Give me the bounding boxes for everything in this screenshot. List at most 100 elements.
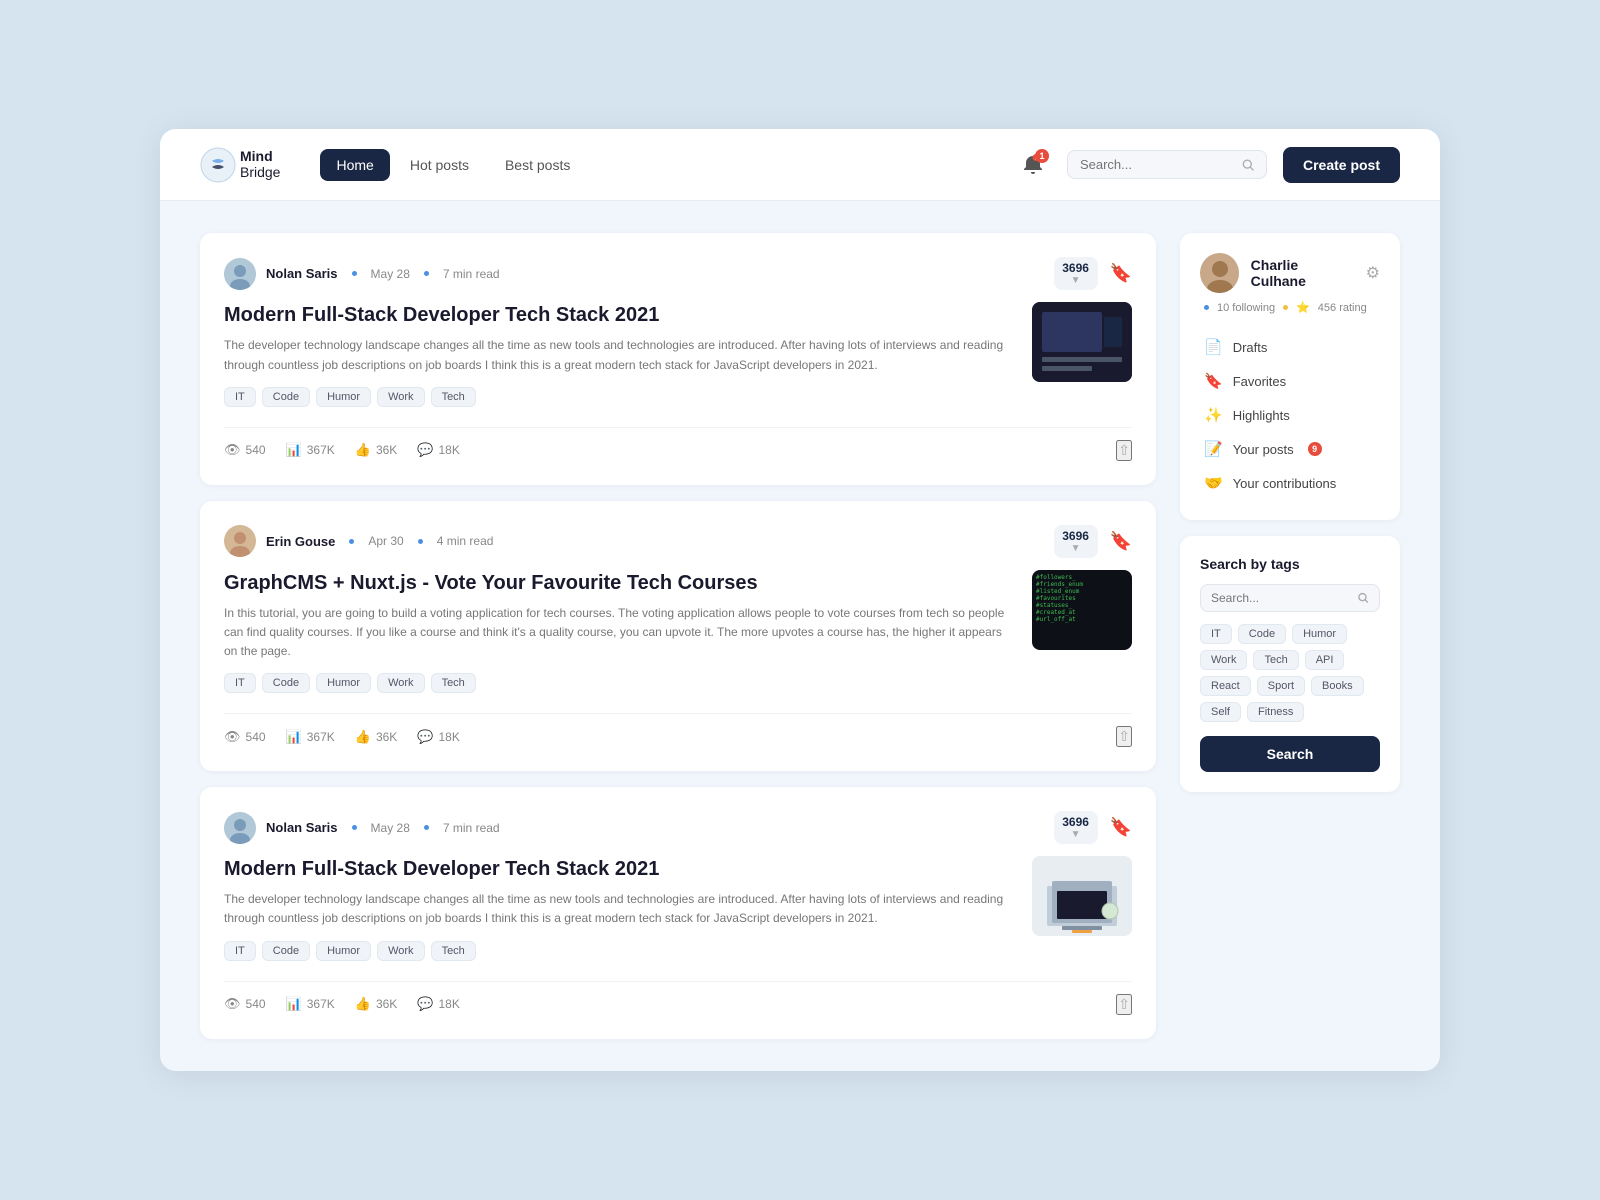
stat-comments-2: 💬 18K [417,729,460,745]
post-title-2[interactable]: GraphCMS + Nuxt.js - Vote Your Favourite… [224,570,1016,596]
nav-home[interactable]: Home [320,149,389,181]
your-posts-icon: 📝 [1204,440,1223,458]
post-actions-top-3: 3696 ▼ 🔖 [1054,811,1132,844]
nav-best-posts[interactable]: Best posts [489,149,586,181]
tag-pill-api[interactable]: API [1305,650,1345,670]
app-container: Mind Bridge Home Hot posts Best posts 1 … [160,129,1440,1070]
search-tags-button[interactable]: Search [1200,736,1380,772]
dot-3 [349,539,354,544]
sidebar-menu: 📄 Drafts 🔖 Favorites ✨ Highlights 📝 Your… [1200,330,1380,500]
vote-count-1: 3696 ▼ [1054,257,1098,290]
tags-search-input[interactable] [1211,591,1352,605]
stat-views2-val-2: 367K [307,730,335,744]
tag-pill-work[interactable]: Work [1200,650,1247,670]
tag-humor-2[interactable]: Humor [316,673,371,693]
tag-code-1[interactable]: Code [262,387,310,407]
your-posts-label: Your posts [1233,442,1294,457]
tag-pill-self[interactable]: Self [1200,702,1241,722]
sidebar-item-your-posts[interactable]: 📝 Your posts 9 [1200,432,1380,466]
nav-right: 1 1 Create post [1015,147,1400,183]
bookmark-button-3[interactable]: 🔖 [1110,817,1132,838]
settings-button[interactable]: ⚙ [1366,263,1380,283]
tag-work-3[interactable]: Work [377,941,424,961]
user-rating: 456 rating [1318,302,1367,314]
tag-humor-3[interactable]: Humor [316,941,371,961]
bookmark-button-2[interactable]: 🔖 [1110,531,1132,552]
tag-tech-3[interactable]: Tech [431,941,476,961]
thumb-image-1 [1032,302,1132,382]
vote-number-1: 3696 [1062,261,1089,275]
tag-it-3[interactable]: IT [224,941,256,961]
stat-views-val-3: 540 [246,997,266,1011]
sidebar-item-drafts[interactable]: 📄 Drafts [1200,330,1380,364]
tag-it-2[interactable]: IT [224,673,256,693]
tag-code-3[interactable]: Code [262,941,310,961]
post-author-2: Erin Gouse Apr 30 4 min read [224,525,493,557]
drafts-label: Drafts [1233,340,1268,355]
post-readtime-2: 4 min read [437,534,494,548]
post-title-1[interactable]: Modern Full-Stack Developer Tech Stack 2… [224,302,1016,328]
share-button-3[interactable]: ⇧ [1116,994,1132,1015]
tag-tech-2[interactable]: Tech [431,673,476,693]
share-button-2[interactable]: ⇧ [1116,726,1132,747]
tag-tech-1[interactable]: Tech [431,387,476,407]
favorites-icon: 🔖 [1204,372,1223,390]
vote-arrow-1: ▼ [1071,275,1081,286]
header-search-input[interactable] [1080,157,1234,172]
post-excerpt-1: The developer technology landscape chang… [224,336,1016,374]
drafts-icon: 📄 [1204,338,1223,356]
sidebar-item-highlights[interactable]: ✨ Highlights [1200,398,1380,432]
author-avatar-3 [224,812,256,844]
post-thumbnail-3 [1032,856,1132,936]
create-post-button[interactable]: Create post [1283,147,1400,183]
tags-section-title: Search by tags [1200,556,1380,572]
nav-links: Home Hot posts Best posts [320,149,983,181]
user-card: Charlie Culhane ⚙ 10 following ⭐ 456 rat… [1180,233,1400,520]
sidebar-item-favorites[interactable]: 🔖 Favorites [1200,364,1380,398]
tag-pill-react[interactable]: React [1200,676,1251,696]
vote-arrow-2: ▼ [1071,543,1081,554]
tags-search-bar [1200,584,1380,612]
tags-card: Search by tags IT Code Humor Work Tech A… [1180,536,1400,792]
tag-it-1[interactable]: IT [224,387,256,407]
user-stats: 10 following ⭐ 456 rating [1200,301,1380,314]
post-thumbnail-2: #followers_#friends_enum#listed_enum#fav… [1032,570,1132,650]
tag-work-2[interactable]: Work [377,673,424,693]
user-avatar [1200,253,1239,293]
sidebar-item-contributions[interactable]: 🤝 Your contributions [1200,466,1380,500]
tag-pill-code[interactable]: Code [1238,624,1286,644]
chart-icon-2: 📊 [286,729,302,745]
contributions-icon: 🤝 [1204,474,1223,492]
eye-icon-2: 👁 [224,729,241,745]
user-following: 10 following [1217,302,1275,314]
vote-number-2: 3696 [1062,529,1089,543]
tag-code-2[interactable]: Code [262,673,310,693]
share-button-1[interactable]: ⇧ [1116,440,1132,461]
stat-views2-1: 📊 367K [286,442,335,458]
search-icon [1242,158,1254,172]
tag-pill-tech[interactable]: Tech [1253,650,1298,670]
comment-icon-2: 💬 [417,729,433,745]
tag-pill-humor[interactable]: Humor [1292,624,1347,644]
stat-views-2: 👁 540 [224,729,266,745]
posts-column: Nolan Saris May 28 7 min read 3696 ▼ 🔖 [200,233,1156,1038]
post-title-3[interactable]: Modern Full-Stack Developer Tech Stack 2… [224,856,1016,882]
eye-icon-1: 👁 [224,442,241,458]
tag-work-1[interactable]: Work [377,387,424,407]
user-name: Charlie Culhane [1251,257,1354,289]
tag-pill-sport[interactable]: Sport [1257,676,1305,696]
stat-comments-1: 💬 18K [417,442,460,458]
notification-button[interactable]: 1 1 [1015,147,1051,183]
bookmark-button-1[interactable]: 🔖 [1110,263,1132,284]
tag-pill-fitness[interactable]: Fitness [1247,702,1304,722]
highlights-label: Highlights [1233,408,1290,423]
stat-comments-val-3: 18K [439,997,460,1011]
stat-views-3: 👁 540 [224,996,266,1012]
following-dot [1204,305,1209,310]
nav-hot-posts[interactable]: Hot posts [394,149,485,181]
stat-views2-val-1: 367K [307,443,335,457]
tag-humor-1[interactable]: Humor [316,387,371,407]
tag-pill-it[interactable]: IT [1200,624,1232,644]
tag-pill-books[interactable]: Books [1311,676,1364,696]
post-card-1: Nolan Saris May 28 7 min read 3696 ▼ 🔖 [200,233,1156,484]
